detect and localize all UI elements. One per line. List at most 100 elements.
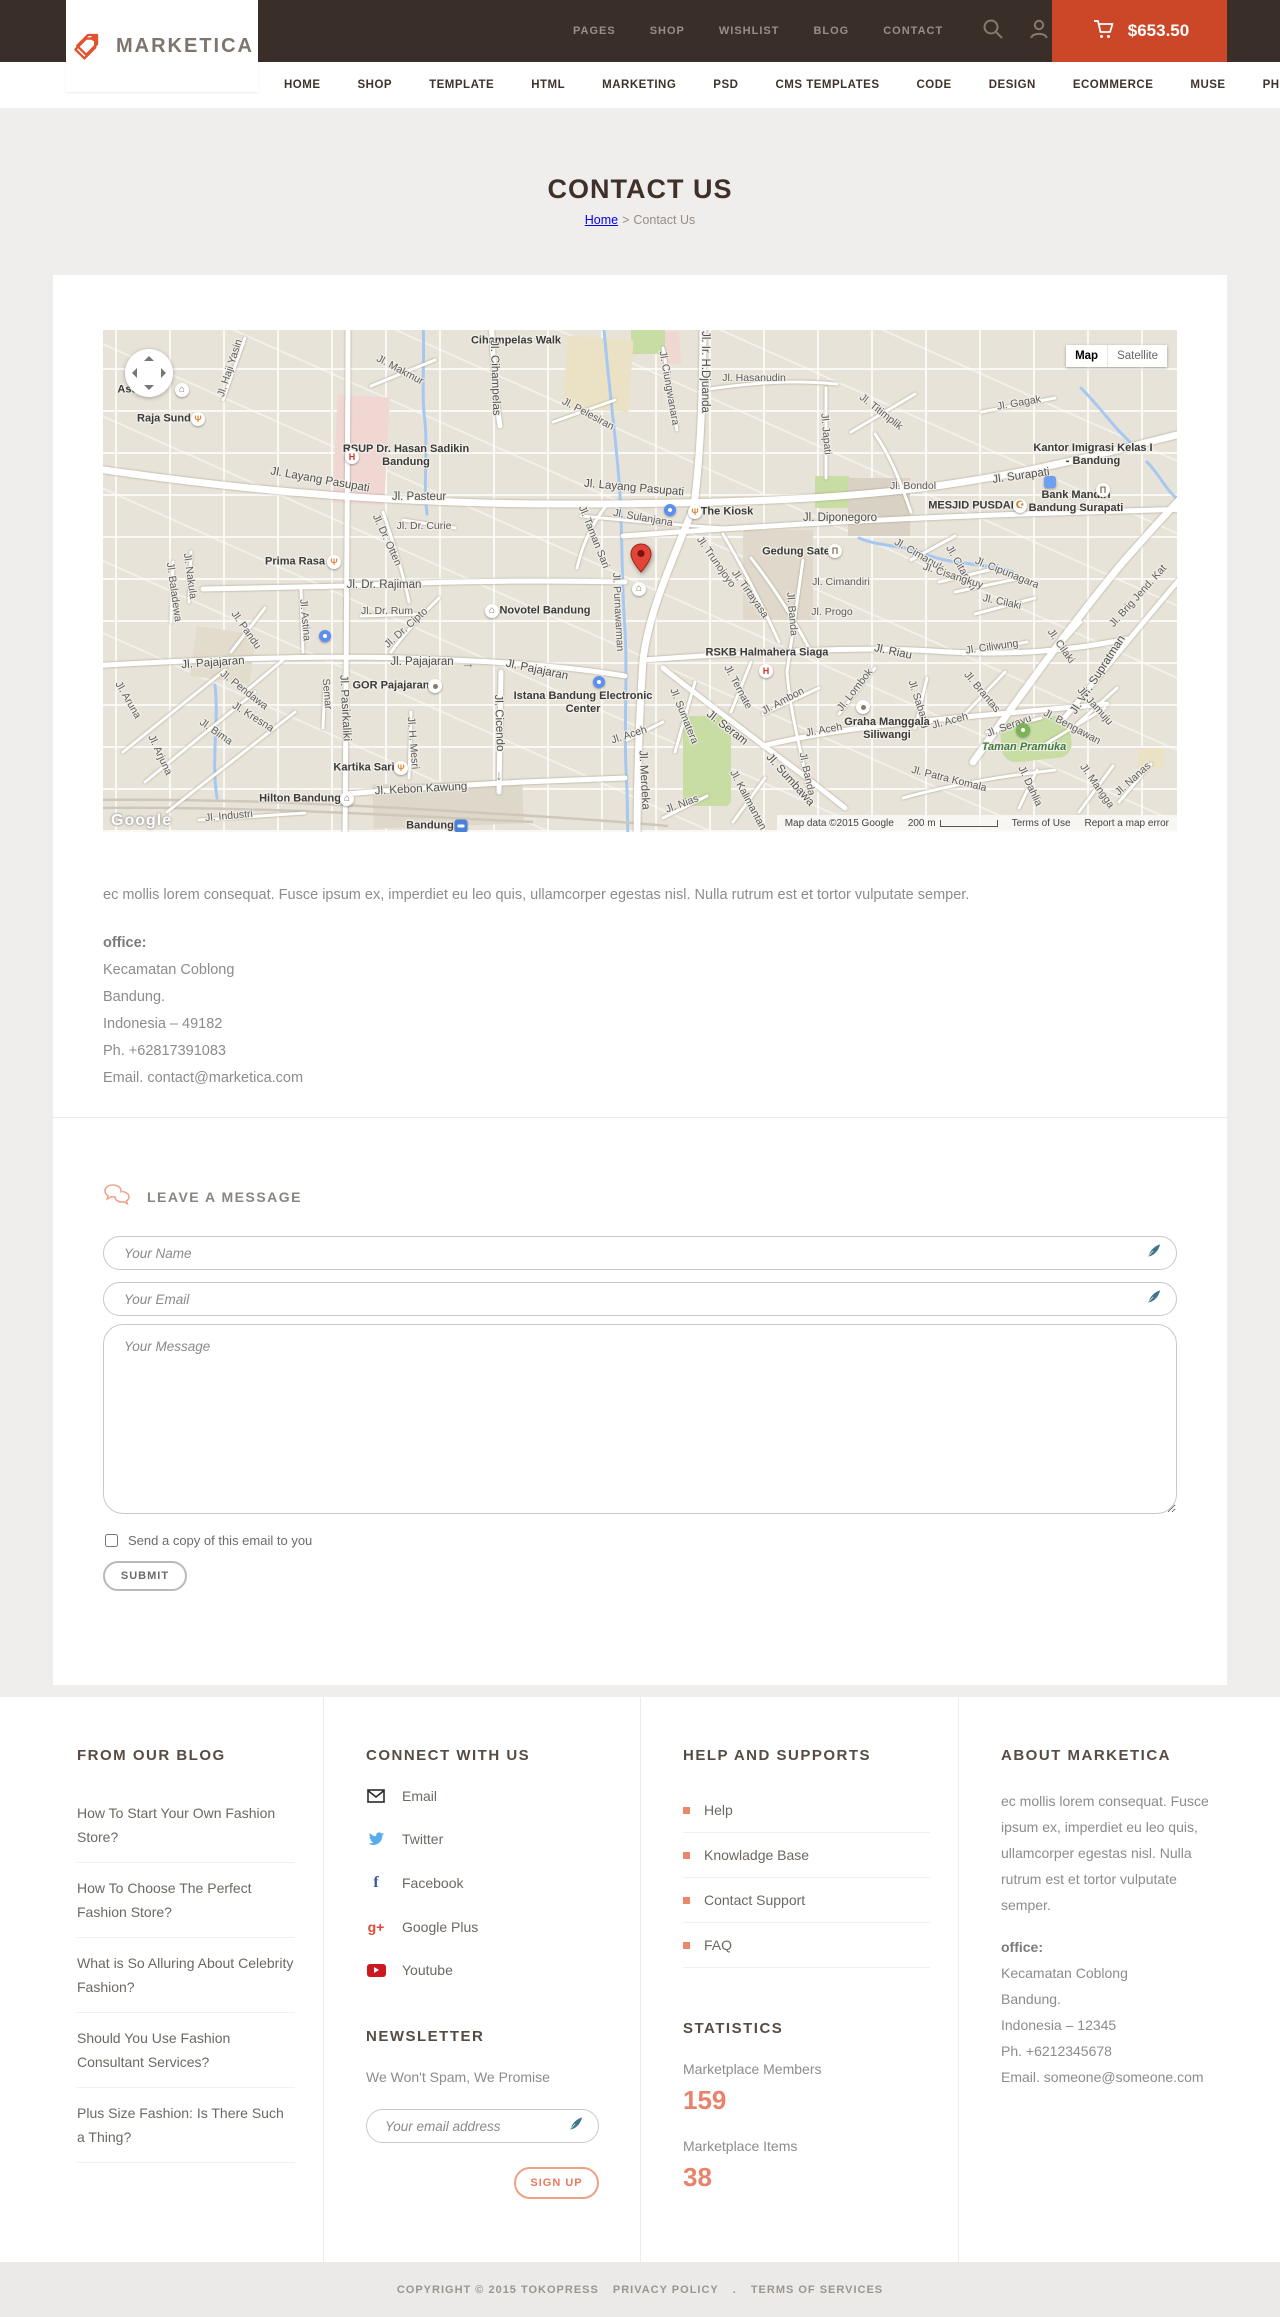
terms-of-use-link[interactable]: Terms of Use — [1012, 818, 1071, 829]
top-nav-link[interactable]: WISHLIST — [719, 25, 780, 37]
office-line: Email. someone@someone.com — [1001, 2069, 1204, 2085]
pan-left-arrow[interactable] — [132, 368, 137, 378]
help-link-label: Knowladge Base — [704, 1847, 810, 1863]
privacy-policy-link[interactable]: PRIVACY POLICY — [613, 2284, 719, 2296]
help-link-label: Help — [704, 1802, 733, 1818]
main-nav-link[interactable]: MARKETING — [602, 79, 676, 91]
hotel-icon: ⌂ — [632, 582, 646, 596]
office-line: Kecamatan Coblong — [103, 962, 235, 978]
top-nav-link[interactable]: CONTACT — [883, 25, 943, 37]
office-line: Indonesia – 12345 — [1001, 2017, 1117, 2033]
google-map[interactable]: Cihampelas Walk Jl. Haji Yasin Jl. Makmur J… — [103, 330, 1177, 832]
hospital-icon: H — [759, 664, 773, 678]
top-nav-link[interactable]: PAGES — [573, 25, 616, 37]
main-nav-link[interactable]: CMS TEMPLATES — [775, 79, 879, 91]
logo[interactable]: MARKETICA — [66, 0, 258, 92]
cart-button[interactable]: $653.50 — [1052, 0, 1227, 62]
newsletter-note: We Won't Spam, We Promise — [366, 2069, 550, 2085]
blog-post-link[interactable]: How To Choose The Perfect Fashion Store? — [77, 1863, 295, 1938]
top-nav-link[interactable]: BLOG — [813, 25, 849, 37]
newsletter-email-input[interactable] — [366, 2109, 599, 2143]
help-link-list: Help Knowladge Base Contact Support FAQ — [683, 1788, 930, 1968]
school-icon — [664, 504, 676, 516]
send-copy-checkbox[interactable] — [105, 1534, 118, 1547]
school-icon — [593, 676, 605, 688]
statistics-heading: STATISTICS — [683, 2020, 784, 2037]
blog-post-link[interactable]: Should You Use Fashion Consultant Servic… — [77, 2013, 295, 2088]
main-nav-link[interactable]: HOME — [284, 79, 321, 91]
main-nav-link[interactable]: CODE — [917, 79, 952, 91]
main-nav-link[interactable]: MUSE — [1190, 79, 1225, 91]
signup-button[interactable]: SIGN UP — [514, 2167, 599, 2199]
restaurant-icon: Ψ — [688, 505, 702, 519]
main-nav-link[interactable]: PSD — [713, 79, 738, 91]
help-link[interactable]: Knowladge Base — [683, 1833, 930, 1878]
arrow-down-icon: ↓ — [495, 767, 503, 783]
connect-facebook-link[interactable]: f Facebook — [366, 1874, 612, 1892]
connect-twitter-link[interactable]: Twitter — [366, 1831, 612, 1847]
search-icon[interactable] — [981, 17, 1005, 46]
submit-button[interactable]: SUBMIT — [103, 1561, 187, 1591]
top-bar: MARKETICA PAGES SHOP WISHLIST BLOG CONTACT $… — [0, 0, 1280, 92]
connect-googleplus-link[interactable]: g+ Google Plus — [366, 1919, 612, 1935]
connect-label: Google Plus — [402, 1919, 479, 1935]
footer-connect-heading: CONNECT WITH US — [366, 1747, 531, 1764]
restaurant-icon: Ψ — [394, 761, 408, 775]
help-link-label: FAQ — [704, 1937, 733, 1953]
help-link[interactable]: Help — [683, 1788, 930, 1833]
breadcrumb: Home > Contact Us — [0, 213, 1280, 227]
form-heading: LEAVE A MESSAGE — [103, 1183, 302, 1210]
help-link[interactable]: Contact Support — [683, 1878, 930, 1923]
bullet-square-icon — [683, 1851, 690, 1859]
name-input[interactable] — [103, 1236, 1177, 1270]
message-textarea[interactable] — [103, 1324, 1177, 1514]
terms-link[interactable]: TERMS OF SERVICES — [751, 2284, 883, 2296]
pen-icon — [1147, 1244, 1161, 1263]
connect-label: Youtube — [402, 1962, 453, 1978]
office-label: office: — [1001, 1939, 1043, 1955]
main-nav-link[interactable]: SHOP — [358, 79, 393, 91]
blog-post-link[interactable]: What is So Alluring About Celebrity Fash… — [77, 1938, 295, 2013]
help-link[interactable]: FAQ — [683, 1923, 930, 1968]
content-card: Cihampelas Walk Jl. Haji Yasin Jl. Makmur J… — [53, 275, 1227, 1685]
main-nav-link[interactable]: ECOMMERCE — [1073, 79, 1154, 91]
email-input[interactable] — [103, 1282, 1177, 1316]
top-nav-link[interactable]: SHOP — [650, 25, 685, 37]
breadcrumb-home[interactable]: Home — [585, 213, 618, 227]
museum-icon: Π — [1096, 483, 1110, 497]
main-nav-link[interactable]: HTML — [531, 79, 565, 91]
footer-office-block: office: Kecamatan Coblong Bandung. Indones… — [1001, 1934, 1227, 2090]
top-nav: PAGES SHOP WISHLIST BLOG CONTACT — [573, 25, 943, 37]
pan-down-arrow[interactable] — [144, 385, 154, 390]
poi-dot-icon — [428, 679, 442, 693]
main-nav-link[interactable]: PHOTO STOCKS — [1263, 79, 1280, 91]
pan-up-arrow[interactable] — [144, 356, 154, 361]
user-icon[interactable] — [1027, 17, 1051, 46]
restaurant-icon: Ψ — [191, 412, 205, 426]
map-type-map-button[interactable]: Map — [1066, 345, 1109, 367]
footer-about-heading: ABOUT MARKETICA — [1001, 1747, 1171, 1764]
report-map-error-link[interactable]: Report a map error — [1085, 818, 1169, 829]
main-nav-link[interactable]: TEMPLATE — [429, 79, 494, 91]
connect-youtube-link[interactable]: Youtube — [366, 1962, 612, 1978]
cart-icon — [1090, 16, 1116, 47]
office-line: Email. contact@marketica.com — [103, 1070, 304, 1086]
pan-right-arrow[interactable] — [161, 368, 166, 378]
blog-post-link[interactable]: How To Start Your Own Fashion Store? — [77, 1788, 295, 1863]
blog-post-link[interactable]: Plus Size Fashion: Is There Such a Thing… — [77, 2088, 295, 2163]
map-marker-pin[interactable] — [630, 543, 652, 578]
footer-office-lines: Kecamatan Coblong Bandung. Indonesia – 123… — [1001, 1960, 1227, 2090]
breadcrumb-current: Contact Us — [633, 213, 696, 227]
hotel-icon: ⌂ — [340, 792, 354, 806]
office-line: Indonesia – 49182 — [103, 1016, 223, 1032]
main-nav-links: HOME SHOP TEMPLATE HTML MARKETING PSD CMS TEMP… — [284, 79, 1280, 91]
office-line: Bandung. — [1001, 1991, 1061, 2007]
map-type-satellite-button[interactable]: Satellite — [1108, 345, 1167, 367]
send-copy-label: Send a copy of this email to you — [128, 1533, 313, 1548]
office-lines: Kecamatan Coblong Bandung. Indonesia – 491… — [103, 957, 303, 1092]
main-nav-link[interactable]: DESIGN — [989, 79, 1036, 91]
copyright-bar: COPYRIGHT © 2015 TOKOPRESS PRIVACY POLIC… — [0, 2262, 1280, 2317]
map-pan-control[interactable] — [125, 349, 173, 397]
connect-email-link[interactable]: Email — [366, 1788, 612, 1804]
items-value: 38 — [683, 2162, 712, 2192]
